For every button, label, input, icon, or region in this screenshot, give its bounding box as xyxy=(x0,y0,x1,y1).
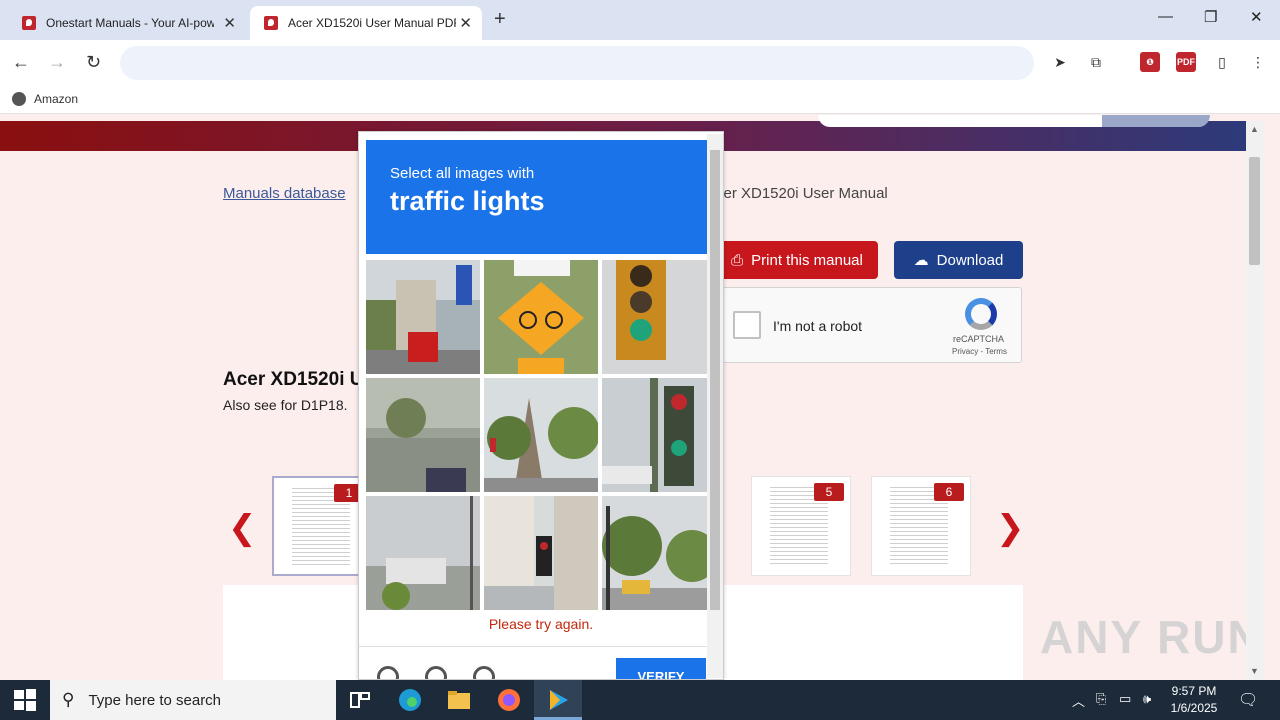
menu-icon[interactable]: ⋮ xyxy=(1248,52,1268,72)
recaptcha-label: I'm not a robot xyxy=(773,318,863,334)
manual-favicon-icon xyxy=(264,16,278,30)
captcha-image-tile[interactable] xyxy=(366,260,480,374)
page-number-badge: 6 xyxy=(934,483,964,501)
taskbar-search-box[interactable]: ⚲ Type here to search xyxy=(50,680,336,720)
captcha-header: Select all images with traffic lights xyxy=(366,140,707,254)
page-thumbnail[interactable]: 6 xyxy=(871,476,971,576)
tab-onestart[interactable]: Onestart Manuals - Your AI-pow ✕ xyxy=(8,6,246,40)
tray-chevron-icon[interactable]: ︿ xyxy=(1072,691,1085,710)
breadcrumb-current: cer XD1520i User Manual xyxy=(716,185,888,202)
tab-title: Onestart Manuals - Your AI-pow xyxy=(46,16,214,30)
firefox-icon[interactable] xyxy=(497,688,521,712)
taskbar-active-app[interactable] xyxy=(534,680,582,720)
captcha-image-tile[interactable] xyxy=(484,496,598,610)
browser-toolbar: ← → ↻ ➤ ⧉ ❶ PDF ▯ ⋮ xyxy=(0,40,1280,86)
network-icon[interactable]: ▭ xyxy=(1119,691,1131,707)
recaptcha-brand: reCAPTCHA xyxy=(953,334,1005,344)
manuals-extension-icon[interactable]: ❶ xyxy=(1140,52,1160,72)
clock-date: 1/6/2025 xyxy=(1170,701,1218,715)
recaptcha-widget: I'm not a robot reCAPTCHA Privacy - Term… xyxy=(722,287,1022,363)
scroll-up-icon[interactable]: ▲ xyxy=(1250,124,1259,134)
close-tab-icon[interactable]: ✕ xyxy=(223,14,236,32)
download-label: Download xyxy=(936,251,1004,269)
download-button[interactable]: ☁ Download xyxy=(894,241,1023,279)
breadcrumb-manuals-database[interactable]: Manuals database xyxy=(223,185,346,202)
side-panel-icon[interactable]: ▯ xyxy=(1212,52,1232,72)
new-tab-icon[interactable]: + xyxy=(494,8,506,31)
globe-icon xyxy=(12,92,26,106)
forward-icon[interactable]: → xyxy=(48,52,66,73)
windows-taskbar: ⚲ Type here to search ︿ ⎘ ▭ 🕪 9:57 PM 1/… xyxy=(0,680,1280,720)
search-icon: ⚲ xyxy=(62,690,75,709)
captcha-error-message: Please try again. xyxy=(488,616,594,632)
captcha-image-tile[interactable] xyxy=(366,378,480,492)
reload-challenge-icon[interactable] xyxy=(377,666,399,679)
captcha-image-tile[interactable] xyxy=(602,496,716,610)
bookmark-amazon[interactable]: Amazon xyxy=(12,92,78,106)
recaptcha-logo-icon xyxy=(965,298,997,330)
captcha-footer-divider xyxy=(359,646,707,647)
captcha-image-tile[interactable] xyxy=(484,378,598,492)
anyrun-app-icon xyxy=(550,690,568,710)
page-number-badge: 5 xyxy=(814,483,844,501)
recaptcha-checkbox[interactable] xyxy=(733,311,761,339)
reload-icon[interactable]: ↻ xyxy=(86,52,101,73)
bookmarks-bar: Amazon xyxy=(0,86,1280,114)
close-window-icon[interactable]: ✕ xyxy=(1250,8,1263,26)
captcha-target: traffic lights xyxy=(390,186,545,216)
captcha-instruction: Select all images with xyxy=(390,165,535,182)
captcha-image-tile[interactable] xyxy=(602,260,716,374)
cloud-download-icon: ☁ xyxy=(913,252,929,269)
bookmark-label: Amazon xyxy=(34,92,79,106)
audio-challenge-icon[interactable] xyxy=(425,666,447,679)
device-icon[interactable]: ⎘ xyxy=(1096,691,1106,707)
restore-icon[interactable]: ❐ xyxy=(1204,8,1217,26)
taskbar-clock[interactable]: 9:57 PM 1/6/2025 xyxy=(1166,684,1222,715)
page-thumbnail[interactable]: 5 xyxy=(751,476,851,576)
also-see-text: Also see for D1P18. xyxy=(223,397,348,413)
minimize-icon[interactable]: — xyxy=(1158,8,1173,25)
scroll-down-icon[interactable]: ▼ xyxy=(1250,666,1259,676)
captcha-scrollbar-thumb[interactable] xyxy=(710,150,720,610)
close-tab-icon[interactable]: ✕ xyxy=(459,14,472,32)
file-explorer-icon[interactable] xyxy=(447,688,471,712)
edge-icon[interactable] xyxy=(398,688,422,712)
anyrun-watermark: ANY RUN xyxy=(1040,611,1263,663)
taskbar-search-placeholder: Type here to search xyxy=(88,691,222,709)
scrollbar-thumb[interactable] xyxy=(1249,157,1260,265)
captcha-image-tile[interactable] xyxy=(602,378,716,492)
info-icon[interactable] xyxy=(473,666,495,679)
captcha-scrollbar[interactable] xyxy=(707,134,723,678)
manual-title: Acer XD1520i U xyxy=(223,369,364,390)
volume-icon[interactable]: 🕪 xyxy=(1143,691,1151,707)
captcha-image-tile[interactable] xyxy=(484,260,598,374)
site-search-button[interactable] xyxy=(1102,115,1210,127)
next-page-arrow-icon[interactable]: ❯ xyxy=(996,508,1025,548)
pdf-extension-icon[interactable]: PDF xyxy=(1176,52,1196,72)
page-scrollbar[interactable]: ▲ ▼ xyxy=(1246,121,1264,680)
clock-time: 9:57 PM xyxy=(1171,684,1217,698)
send-icon[interactable]: ➤ xyxy=(1050,52,1070,72)
print-label: Print this manual xyxy=(751,251,863,269)
windows-start-icon[interactable] xyxy=(13,688,37,712)
back-icon[interactable]: ← xyxy=(12,52,30,73)
tab-strip: Onestart Manuals - Your AI-pow ✕ Acer XD… xyxy=(0,0,1280,40)
prev-page-arrow-icon[interactable]: ❮ xyxy=(228,508,257,548)
notifications-icon[interactable]: 🗨 xyxy=(1238,690,1258,710)
printer-icon: ⎙ xyxy=(731,251,744,269)
recaptcha-terms[interactable]: Privacy - Terms xyxy=(952,347,1007,356)
onestart-favicon-icon xyxy=(22,16,36,30)
task-view-icon[interactable] xyxy=(348,688,372,712)
address-bar[interactable] xyxy=(120,46,1034,80)
captcha-challenge-dialog: Select all images with traffic lights Pl… xyxy=(358,131,724,680)
tab-title: Acer XD1520i User Manual PDF xyxy=(288,16,456,30)
captcha-image-tile[interactable] xyxy=(366,496,480,610)
print-manual-button[interactable]: ⎙ Print this manual xyxy=(716,241,878,279)
tab-acer-manual[interactable]: Acer XD1520i User Manual PDF ✕ xyxy=(250,6,482,40)
extensions-icon[interactable]: ⧉ xyxy=(1086,52,1106,72)
page-thumbnail[interactable]: 1 xyxy=(272,476,372,576)
verify-button[interactable]: VERIFY xyxy=(616,658,706,679)
